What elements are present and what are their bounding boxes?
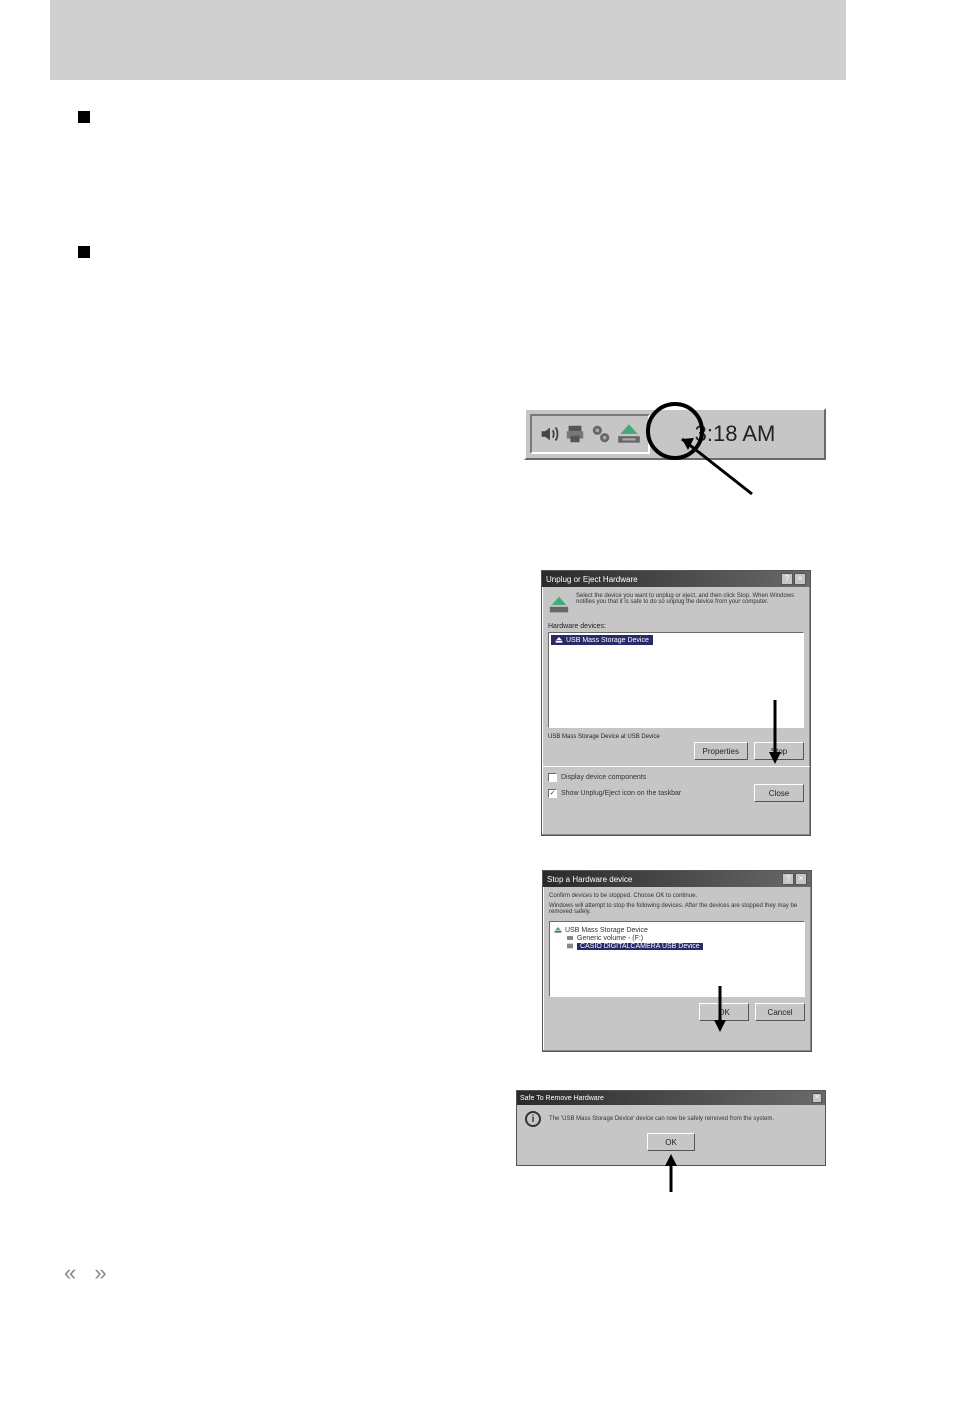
list-item-label: USB Mass Storage Device: [566, 637, 649, 644]
arrow-to-safe-ok-button: [661, 1152, 681, 1192]
hardware-devices-label: Hardware devices:: [548, 623, 804, 630]
tree-item[interactable]: USB Mass Storage Device: [554, 926, 800, 934]
tree-item[interactable]: CASIO DIGITALCAMERA USB Device: [566, 942, 800, 950]
info-icon: i: [525, 1111, 541, 1127]
arrow-to-tray-icon: [652, 414, 772, 504]
dialog-intro-text: Select the device you want to unplug or …: [576, 593, 804, 605]
checkbox-label: Display device components: [561, 774, 646, 781]
stop-hardware-dialog: Stop a Hardware device ? × Confirm devic…: [542, 870, 812, 1052]
volume-icon[interactable]: [538, 423, 560, 445]
dialog-title-bar: Unplug or Eject Hardware ? ×: [542, 571, 810, 587]
close-icon[interactable]: ×: [795, 873, 807, 885]
device-icon: [555, 636, 563, 644]
dialog-title: Safe To Remove Hardware: [520, 1095, 604, 1102]
arrow-to-ok-button: [710, 986, 730, 1036]
network-icon[interactable]: [590, 423, 612, 445]
printer-icon[interactable]: [564, 423, 586, 445]
close-icon[interactable]: ×: [794, 573, 806, 585]
dialog-title: Unplug or Eject Hardware: [546, 575, 638, 584]
tree-item[interactable]: Generic volume - (F:): [566, 934, 800, 942]
checkbox-label: Show Unplug/Eject icon on the taskbar: [561, 790, 681, 797]
close-button[interactable]: Close: [754, 784, 804, 802]
eject-hardware-icon: [548, 593, 570, 617]
device-tree[interactable]: USB Mass Storage Device Generic volume -…: [549, 921, 805, 997]
cancel-button[interactable]: Cancel: [755, 1003, 805, 1021]
dialog-line1: Confirm devices to be stopped. Choose OK…: [549, 893, 805, 899]
dialog-title-bar: Stop a Hardware device ? ×: [543, 871, 811, 887]
eject-hardware-icon[interactable]: [616, 421, 642, 447]
volume-icon: [566, 934, 574, 942]
dialog-title: Stop a Hardware device: [547, 875, 632, 884]
bullet-icon: [78, 246, 90, 258]
properties-button[interactable]: Properties: [694, 742, 748, 760]
page-nav[interactable]: « »: [64, 1260, 113, 1286]
dialog-title-bar: Safe To Remove Hardware ×: [517, 1091, 825, 1105]
arrow-to-stop-button: [765, 700, 785, 770]
dialog-line2: Windows will attempt to stop the followi…: [549, 903, 805, 915]
device-icon: [554, 926, 562, 934]
disk-icon: [566, 942, 574, 950]
tray-well: [530, 414, 650, 454]
header-band: [50, 0, 846, 80]
dialog-message: The 'USB Mass Storage Device' device can…: [549, 1116, 817, 1122]
help-button[interactable]: ?: [782, 873, 794, 885]
list-item[interactable]: USB Mass Storage Device: [551, 635, 653, 645]
bullet-icon: [78, 111, 90, 123]
help-button[interactable]: ?: [781, 573, 793, 585]
ok-button[interactable]: OK: [647, 1133, 695, 1151]
show-icon-checkbox[interactable]: ✓: [548, 789, 557, 798]
close-icon[interactable]: ×: [812, 1093, 822, 1103]
display-components-checkbox[interactable]: [548, 773, 557, 782]
